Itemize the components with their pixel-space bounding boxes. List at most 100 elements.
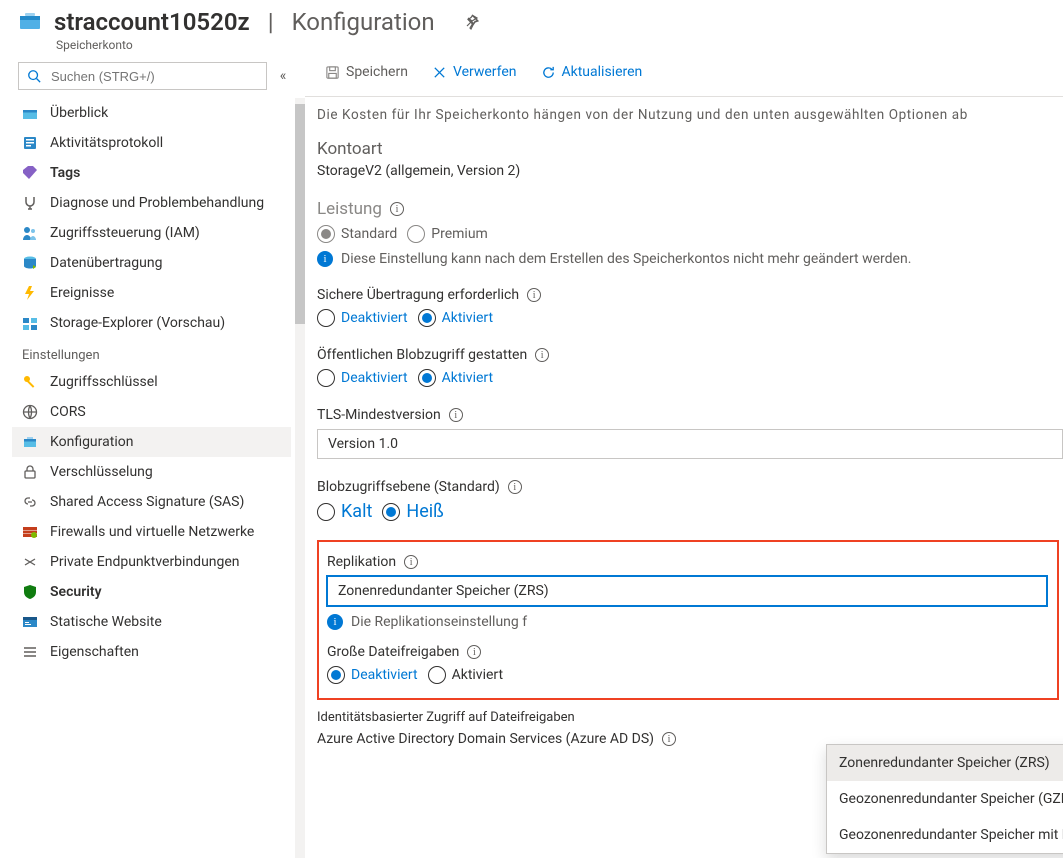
tier-cool-radio[interactable]: Kalt <box>317 501 372 522</box>
sidebar-item-activity-log[interactable]: Aktivitätsprotokoll <box>12 128 291 158</box>
sidebar-item-events[interactable]: Ereignisse <box>12 278 291 308</box>
sidebar-section-settings: Einstellungen <box>12 338 291 367</box>
overview-icon <box>22 105 38 121</box>
data-transfer-icon <box>22 255 38 271</box>
sidebar-item-security[interactable]: Security <box>12 577 291 607</box>
sidebar-item-data-transfer[interactable]: Datenübertragung <box>12 248 291 278</box>
radio-label: Deaktiviert <box>351 667 418 683</box>
tls-min-select[interactable]: Version 1.0 <box>317 429 1063 459</box>
pin-icon[interactable] <box>463 14 479 30</box>
storage-explorer-icon <box>22 315 38 331</box>
sidebar-item-diagnose[interactable]: Diagnose und Problembehandlung <box>12 188 291 218</box>
storage-account-icon <box>18 10 42 34</box>
blob-public-label: Öffentlichen Blobzugriff gestatteni <box>317 347 1063 363</box>
sidebar-item-overview[interactable]: Überblick <box>12 98 291 128</box>
radio-label: Aktiviert <box>442 310 494 326</box>
sidebar-item-storage-explorer[interactable]: Storage-Explorer (Vorschau) <box>12 308 291 338</box>
sidebar-item-configuration[interactable]: Konfiguration <box>12 427 291 457</box>
secure-transfer-label: Sichere Übertragung erforderlichi <box>317 287 1063 303</box>
sidebar: « Überblick Aktivitätsprotokoll Tags Dia… <box>0 52 305 858</box>
radio-label: Aktiviert <box>442 370 494 386</box>
sidebar-item-properties[interactable]: Eigenschaften <box>12 637 291 667</box>
blobpublic-disabled-radio[interactable]: Deaktiviert <box>317 369 408 387</box>
info-icon[interactable]: i <box>390 202 404 216</box>
replication-option-gzrs[interactable]: Geozonenredundanter Speicher (GZRS) <box>827 781 1063 817</box>
identity-file-shares-label: Identitätsbasierter Zugriff auf Dateifre… <box>317 710 1063 725</box>
shield-icon <box>22 584 38 600</box>
sidebar-item-private-endpoints[interactable]: Private Endpunktverbindungen <box>12 547 291 577</box>
title-separator: | <box>262 8 280 36</box>
refresh-button[interactable]: Aktualisieren <box>533 60 651 84</box>
private-endpoint-icon <box>22 554 38 570</box>
sidebar-menu: Überblick Aktivitätsprotokoll Tags Diagn… <box>12 98 305 667</box>
info-icon[interactable]: i <box>404 555 418 569</box>
properties-icon <box>22 644 38 660</box>
info-icon[interactable]: i <box>508 480 522 494</box>
command-bar: Speichern Verwerfen Aktualisieren <box>305 52 1063 92</box>
save-button[interactable]: Speichern <box>317 60 416 84</box>
sidebar-item-access-keys[interactable]: Zugriffsschlüssel <box>12 367 291 397</box>
tls-min-label: TLS-Mindestversioni <box>317 407 1063 423</box>
diagnose-icon <box>22 195 38 211</box>
sidebar-item-sas[interactable]: Shared Access Signature (SAS) <box>12 487 291 517</box>
radio-label: Deaktiviert <box>341 370 408 386</box>
info-fill-icon: i <box>317 251 333 267</box>
main-panel: Speichern Verwerfen Aktualisieren Die Ko… <box>305 52 1063 858</box>
activity-log-icon <box>22 135 38 151</box>
replication-highlight-box: Replikationi Zonenredundanter Speicher (… <box>317 540 1059 700</box>
access-tier-label: Blobzugriffsebene (Standard)i <box>317 479 1063 495</box>
sidebar-item-cors[interactable]: CORS <box>12 397 291 427</box>
account-kind-label: Kontoart <box>317 139 1063 159</box>
replication-option-ragzrs[interactable]: Geozonenredundanter Speicher mit Lesezug… <box>827 817 1063 853</box>
secure-enabled-radio[interactable]: Aktiviert <box>418 309 494 327</box>
sidebar-item-label: Security <box>50 584 102 600</box>
performance-label: Leistungi <box>317 199 1063 219</box>
performance-note: iDiese Einstellung kann nach dem Erstell… <box>317 251 1063 267</box>
events-icon <box>22 285 38 301</box>
sidebar-item-label: Shared Access Signature (SAS) <box>50 494 244 510</box>
info-icon[interactable]: i <box>467 645 481 659</box>
info-icon[interactable]: i <box>535 348 549 362</box>
cors-icon <box>22 404 38 420</box>
blobpublic-enabled-radio[interactable]: Aktiviert <box>418 369 494 387</box>
radio-label: Kalt <box>341 501 372 522</box>
info-icon[interactable]: i <box>449 408 463 422</box>
lock-icon <box>22 464 38 480</box>
sidebar-item-iam[interactable]: Zugriffssteuerung (IAM) <box>12 218 291 248</box>
sidebar-item-label: Verschlüsselung <box>50 464 153 480</box>
performance-standard-radio: Standard <box>317 225 397 243</box>
sidebar-item-encryption[interactable]: Verschlüsselung <box>12 457 291 487</box>
radio-label: Aktiviert <box>452 667 504 683</box>
tags-icon <box>22 165 38 181</box>
tier-hot-radio[interactable]: Heiß <box>382 501 443 522</box>
sidebar-item-label: Aktivitätsprotokoll <box>50 135 163 151</box>
select-value: Zonenredundanter Speicher (ZRS) <box>338 583 549 599</box>
select-value: Version 1.0 <box>328 436 398 452</box>
blade-header: straccount10520z | Konfiguration <box>0 0 1063 36</box>
search-input[interactable] <box>49 68 258 85</box>
discard-button[interactable]: Verwerfen <box>424 60 525 84</box>
sidebar-search[interactable] <box>18 62 267 90</box>
configuration-icon <box>22 434 38 450</box>
sidebar-item-firewalls[interactable]: Firewalls und virtuelle Netzwerke <box>12 517 291 547</box>
sidebar-scrollbar[interactable] <box>295 98 305 858</box>
sidebar-item-label: Tags <box>50 165 80 181</box>
sidebar-item-label: Diagnose und Problembehandlung <box>50 195 264 211</box>
sidebar-item-label: Überblick <box>50 105 108 121</box>
sidebar-item-label: Zugriffssteuerung (IAM) <box>50 225 200 241</box>
radio-label: Standard <box>341 226 397 242</box>
radio-label: Deaktiviert <box>341 310 408 326</box>
collapse-sidebar-icon[interactable]: « <box>273 68 293 84</box>
radio-label: Heiß <box>406 501 443 522</box>
info-icon[interactable]: i <box>527 288 541 302</box>
firewall-icon <box>22 524 38 540</box>
replication-select[interactable]: Zonenredundanter Speicher (ZRS) <box>327 576 1047 606</box>
largefile-disabled-radio[interactable]: Deaktiviert <box>327 666 418 684</box>
sidebar-item-static-website[interactable]: Statische Website <box>12 607 291 637</box>
sidebar-item-tags[interactable]: Tags <box>12 158 291 188</box>
largefile-enabled-radio[interactable]: Aktiviert <box>428 666 504 684</box>
secure-disabled-radio[interactable]: Deaktiviert <box>317 309 408 327</box>
replication-option-zrs[interactable]: Zonenredundanter Speicher (ZRS) <box>827 745 1063 781</box>
info-icon[interactable]: i <box>662 732 676 746</box>
resource-name: straccount10520z <box>54 8 250 36</box>
